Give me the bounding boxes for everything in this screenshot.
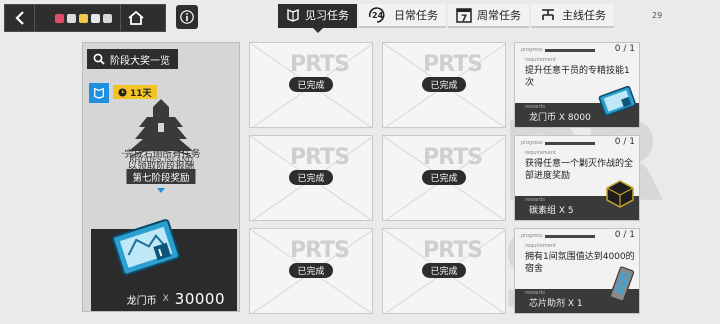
requirement-label: requirement — [525, 150, 556, 156]
reward-quantity: 30000 — [174, 290, 225, 308]
mission-reward: 碳素组 X 5 — [529, 206, 574, 216]
reward-multiplier: X — [162, 294, 169, 304]
stage-reward-panel: 阶段大奖一览 11天 RHODES ISLAND ·完成右侧所有任务 以领取阶段… — [82, 42, 240, 312]
status-number: 29 — [652, 11, 663, 20]
tab-label: 周常任务 — [477, 9, 521, 22]
reward-item — [597, 83, 637, 121]
completed-badge: 已完成 — [422, 263, 466, 278]
progress-count: 0 / 1 — [614, 230, 635, 240]
prts-placeholder: PRTS — [423, 145, 483, 170]
lmd-ticket-icon: I — [112, 219, 181, 276]
info-icon — [180, 10, 194, 24]
completed-mission-cell[interactable]: PRTS 已完成 — [249, 135, 373, 221]
mission-reward: 龙门币 X 8000 — [529, 113, 591, 123]
tab-label: 日常任务 — [394, 9, 438, 22]
calendar-7-icon: 7 — [456, 8, 472, 23]
mission-card[interactable]: progress 0 / 1 requirement 获得任意一个剿灭作战的全部进度奖… — [514, 135, 640, 221]
progress-bar — [545, 142, 595, 145]
shield-book-icon — [94, 87, 104, 99]
completed-mission-cell[interactable]: PRTS 已完成 — [249, 42, 373, 128]
progress-count: 0 / 1 — [614, 44, 635, 54]
prts-placeholder: PRTS — [290, 238, 350, 263]
completed-mission-cell[interactable]: PRTS 已完成 — [382, 135, 506, 221]
progress-bar — [545, 49, 595, 52]
completed-mission-cell[interactable]: PRTS 已完成 — [382, 228, 506, 314]
reward-name: 龙门币 — [126, 295, 157, 307]
terminal-shortcut-icon[interactable] — [55, 13, 64, 23]
progress-label: progress — [521, 233, 543, 239]
tab-weekly-missions[interactable]: 7 周常任务 — [448, 4, 529, 28]
progress-label: progress — [521, 140, 543, 146]
progress-bar — [545, 235, 595, 238]
top-bar: 见习任务 24 日常任务 7 周常任务 主线任务 29 — [0, 0, 720, 36]
prts-placeholder: PRTS — [290, 52, 350, 77]
navigation-hud — [4, 4, 166, 32]
prts-placeholder: PRTS — [290, 145, 350, 170]
completed-mission-cell[interactable]: PRTS 已完成 — [249, 228, 373, 314]
tab-main-missions[interactable]: 主线任务 — [531, 4, 614, 28]
carbon-brick-icon — [606, 180, 634, 208]
overview-label: 阶段大奖一览 — [110, 55, 170, 67]
info-button[interactable] — [176, 5, 198, 29]
lmd-ticket-icon — [598, 85, 636, 116]
stage-reward-row: 龙门币 X 30000 — [91, 289, 237, 309]
requirement-label: requirement — [525, 243, 556, 249]
home-icon — [127, 11, 144, 25]
chip-catalyst-icon — [609, 266, 635, 302]
stage-reward-overview-button[interactable]: 阶段大奖一览 — [87, 49, 178, 69]
completed-badge: 已完成 — [289, 263, 333, 278]
down-arrow-icon — [157, 188, 165, 193]
tab-label: 见习任务 — [305, 9, 349, 22]
prts-placeholder: PRTS — [423, 238, 483, 263]
stage-badge — [89, 83, 109, 103]
prts-placeholder: PRTS — [423, 52, 483, 77]
mission-reward: 芯片助剂 X 1 — [529, 299, 583, 309]
progress-label: progress — [521, 47, 543, 53]
tree-branch-icon — [542, 9, 554, 20]
shield-book-icon — [287, 8, 299, 22]
chevron-left-icon — [14, 11, 24, 25]
svg-text:24: 24 — [372, 11, 384, 20]
back-button[interactable] — [5, 5, 35, 31]
reward-item — [603, 176, 637, 214]
mission-card[interactable]: progress 0 / 1 requirement 拥有1间氛围值达到4000的宿舍… — [514, 228, 640, 314]
completed-badge: 已完成 — [289, 77, 333, 92]
completed-mission-cell[interactable]: PRTS 已完成 — [382, 42, 506, 128]
progress-count: 0 / 1 — [614, 137, 635, 147]
completed-badge: 已完成 — [289, 170, 333, 185]
mission-tabs: 见习任务 24 日常任务 7 周常任务 主线任务 — [278, 4, 614, 33]
home-button[interactable] — [120, 5, 150, 31]
24h-cycle-icon: 24 — [368, 7, 385, 23]
shortcut-icons[interactable] — [55, 13, 112, 23]
svg-text:7: 7 — [461, 14, 467, 23]
reward-item — [607, 265, 637, 307]
completed-badge: 已完成 — [422, 77, 466, 92]
mission-card[interactable]: progress 0 / 1 requirement 提升任意干员的专精技能1次 rew… — [514, 42, 640, 128]
requirement-label: requirement — [525, 57, 556, 63]
store-shortcut-icon[interactable] — [103, 13, 112, 23]
recruit-shortcut-icon[interactable] — [91, 13, 100, 23]
description-line: ·完成右侧所有任务 — [121, 149, 201, 160]
operator-shortcut-icon[interactable] — [79, 13, 88, 23]
search-icon — [93, 53, 105, 65]
tab-trainee-missions[interactable]: 见习任务 — [278, 4, 357, 33]
squad-shortcut-icon[interactable] — [67, 13, 76, 23]
tab-label: 主线任务 — [562, 9, 606, 22]
completed-badge: 已完成 — [422, 170, 466, 185]
stage-reward-label: 第七阶段奖励 — [126, 169, 196, 184]
tab-daily-missions[interactable]: 24 日常任务 — [359, 4, 446, 28]
